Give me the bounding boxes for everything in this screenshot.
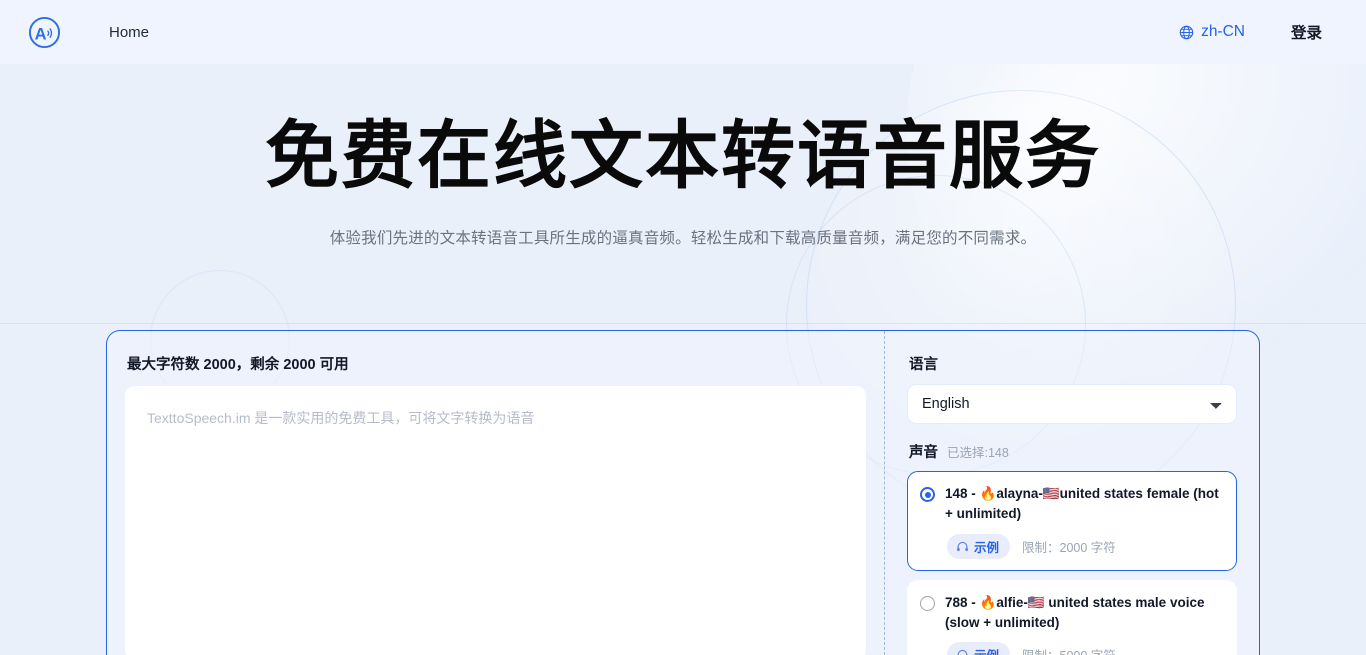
voice-card-meta: 示例 限制：5000 字符 [945,642,1222,655]
play-sample-button[interactable]: 示例 [947,533,1011,559]
brand-logo-link[interactable]: A [28,16,61,49]
voice-card-body: 788 - 🔥alfie-🇺🇸 united states male voice… [945,593,1222,655]
header-actions: zh-CN 登录 [1179,21,1342,43]
language-select[interactable]: English [907,384,1237,424]
language-field-label: 语言 [909,357,938,373]
svg-text:A: A [35,25,47,43]
radio-icon[interactable] [920,595,935,611]
play-sample-label: 示例 [974,645,999,655]
text-input-pane: 最大字符数 2000，剩余 2000 可用 [107,331,885,655]
speaker-a-logo-icon: A [28,16,61,48]
voice-option-card[interactable]: 148 - 🔥alayna-🇺🇸united states female (ho… [907,471,1237,571]
voice-card-meta: 示例 限制：2000 字符 [945,533,1222,559]
voice-card-body: 148 - 🔥alayna-🇺🇸united states female (ho… [945,484,1222,559]
text-input-textarea[interactable] [125,386,866,655]
radio-icon[interactable] [920,487,935,502]
main-navigation: Home [109,24,149,41]
headphones-icon [957,541,968,551]
language-switcher-label: zh-CN [1201,23,1245,40]
voice-option-card[interactable]: 788 - 🔥alfie-🇺🇸 united states male voice… [907,579,1237,655]
voice-section-header: 声音 已选择:148 [907,424,1237,471]
voice-selected-indicator: 已选择:148 [947,446,1009,460]
language-switcher[interactable]: zh-CN [1179,23,1245,41]
headphones-icon [957,649,968,655]
voice-name: 788 - 🔥alfie-🇺🇸 united states male voice… [945,594,1205,630]
play-sample-label: 示例 [974,540,1000,555]
voice-list[interactable]: 148 - 🔥alayna-🇺🇸united states female (ho… [907,471,1237,655]
nav-link-home[interactable]: Home [109,24,149,41]
voice-limit-label: 限制：2000 字符 [1022,540,1116,555]
page-subtitle: 体验我们先进的文本转语音工具所生成的逼真音频。轻松生成和下载高质量音频，满足您的… [329,230,1037,248]
decorative-line [0,323,1366,324]
voice-limit-label: 限制：5000 字符 [1022,645,1116,655]
hero-section: 免费在线文本转语音服务 体验我们先进的文本转语音工具所生成的逼真音频。轻松生成和… [0,64,1366,248]
globe-icon [1179,25,1194,39]
settings-pane: 语言 English 声音 已选择:148 148 - 🔥alayna-🇺🇸un… [885,331,1259,655]
site-header: A Home zh-CN 登录 [0,0,1366,64]
tts-tool-card: 最大字符数 2000，剩余 2000 可用 语言 English 声音 已选择:… [106,330,1260,655]
login-button[interactable]: 登录 [1291,21,1342,43]
page-title: 免费在线文本转语音服务 [265,114,1101,197]
voice-name: 148 - 🔥alayna-🇺🇸united states female (ho… [945,486,1219,522]
character-count-label: 最大字符数 2000，剩余 2000 可用 [127,357,349,373]
voice-field-label: 声音 [909,445,938,461]
play-sample-button[interactable]: 示例 [947,642,1011,655]
